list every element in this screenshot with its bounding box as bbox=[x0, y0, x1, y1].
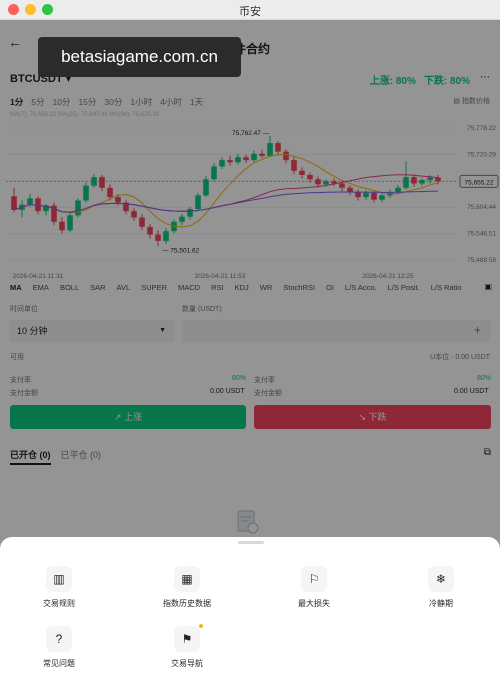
trading-rules-button[interactable]: ▥ 交易规则 bbox=[14, 566, 104, 609]
bar-chart-icon: ▥ bbox=[46, 566, 72, 592]
index-history-label: 指数历史数据 bbox=[163, 599, 211, 608]
trade-navigation-label: 交易导航 bbox=[171, 659, 203, 668]
column-chart-icon: ▦ bbox=[174, 566, 200, 592]
max-loss-label: 最大损失 bbox=[298, 599, 330, 608]
sheet-handle[interactable] bbox=[238, 541, 264, 544]
window-title: 币安 bbox=[239, 6, 261, 18]
navigation-icon: ⚑ bbox=[174, 626, 200, 652]
max-loss-button[interactable]: ⚐ 最大损失 bbox=[269, 566, 359, 609]
faq-button[interactable]: ? 常见问题 bbox=[14, 626, 104, 669]
cooldown-button[interactable]: ❄ 冷静期 bbox=[396, 566, 486, 609]
trade-navigation-button[interactable]: ⚑ 交易导航 bbox=[142, 626, 232, 669]
index-history-button[interactable]: ▦ 指数历史数据 bbox=[142, 566, 232, 609]
bottom-sheet: ▥ 交易规则 ▦ 指数历史数据 ⚐ 最大损失 ❄ 冷静期 ? 常见问题 ⚑ 交易… bbox=[0, 537, 500, 681]
new-badge-dot bbox=[199, 624, 203, 628]
question-icon: ? bbox=[46, 626, 72, 652]
faq-label: 常见问题 bbox=[43, 659, 75, 668]
window-titlebar: 币安 bbox=[0, 0, 500, 20]
sign-post-icon: ⚐ bbox=[301, 566, 327, 592]
snowflake-icon: ❄ bbox=[428, 566, 454, 592]
cooldown-label: 冷静期 bbox=[429, 599, 453, 608]
watermark-banner: betasiagame.com.cn bbox=[38, 37, 241, 77]
trading-rules-label: 交易规则 bbox=[43, 599, 75, 608]
